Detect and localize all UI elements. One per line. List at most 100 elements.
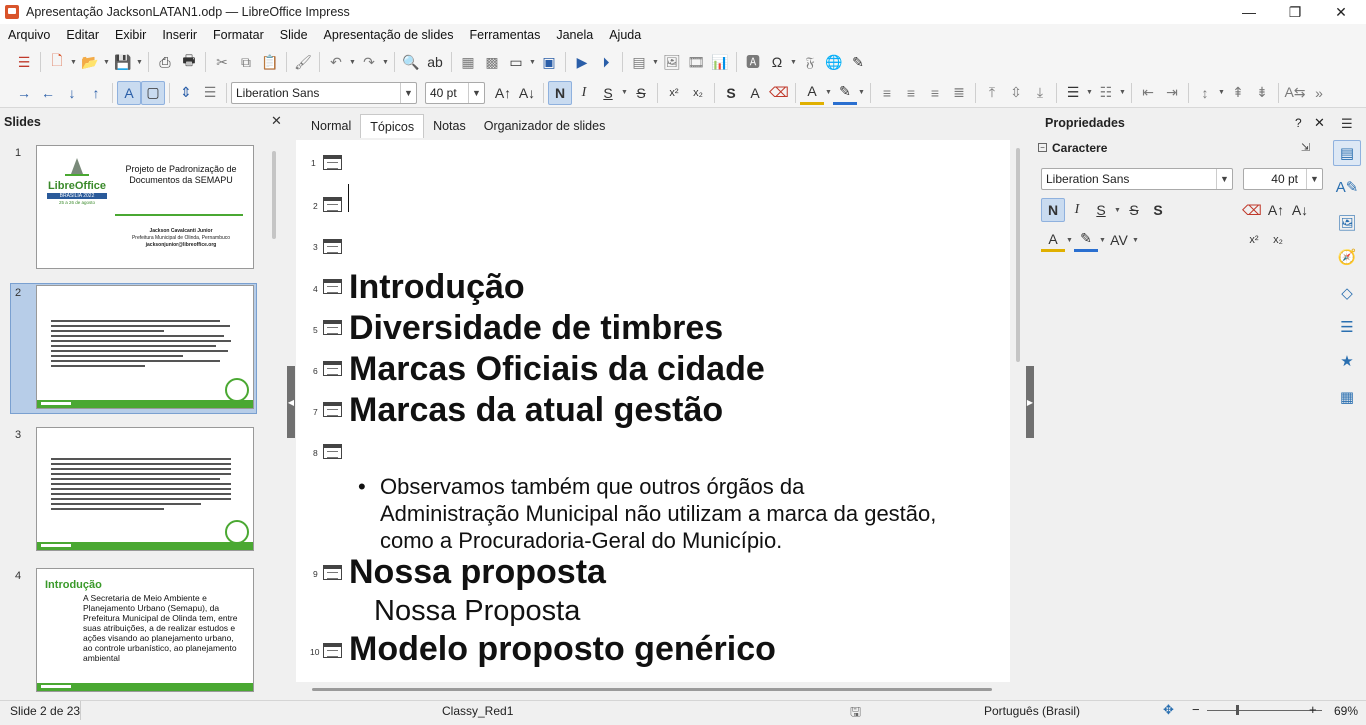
image-icon[interactable]: 🖼	[660, 50, 684, 74]
menu-apresentacao[interactable]: Apresentação de slides	[316, 28, 462, 42]
maximize-button[interactable]: ❐	[1272, 0, 1318, 24]
spelling-icon[interactable]: ab	[423, 50, 447, 74]
sidebar-spacing-icon[interactable]: AV	[1107, 228, 1131, 252]
special-character-icon[interactable]: Ω	[765, 50, 789, 74]
grid-icon[interactable]: ▦	[456, 50, 480, 74]
menu-slide[interactable]: Slide	[272, 28, 316, 42]
increase-indent-icon[interactable]: ⇥	[1160, 81, 1184, 105]
close-icon[interactable]: ✕	[1314, 115, 1325, 131]
outline-subtitle[interactable]: Nossa Proposta	[374, 595, 580, 628]
justify-icon[interactable]: ≣	[947, 81, 971, 105]
outline-title[interactable]: Marcas da atual gestão	[349, 391, 723, 430]
save-icon[interactable]: 💾	[111, 50, 135, 74]
sidebar-font-name-combo[interactable]: Liberation Sans ▼	[1041, 168, 1233, 190]
font-size-combo[interactable]: 40 pt ▼	[425, 81, 485, 104]
subscript-button[interactable]: x₂	[686, 81, 710, 105]
outline-title[interactable]: Marcas Oficiais da cidade	[349, 350, 765, 389]
undo-icon[interactable]: ↶	[324, 50, 348, 74]
fit-slide-icon[interactable]: ✥	[1163, 702, 1174, 718]
toolbar-menu-icon[interactable]: ☰	[12, 50, 36, 74]
set-line-spacing-icon[interactable]: ↕	[1193, 81, 1217, 105]
close-window-button[interactable]: ✕	[1318, 0, 1364, 24]
slide-thumbnail-2[interactable]	[36, 285, 254, 409]
demote-icon[interactable]: →	[12, 81, 36, 105]
copy-icon[interactable]: ⧉	[234, 50, 258, 74]
slides-scrollbar[interactable]	[272, 151, 276, 239]
align-center-icon[interactable]: ≡	[899, 81, 923, 105]
table-icon[interactable]: ▤	[627, 50, 651, 74]
slide-transition-deck-icon[interactable]: ☰	[1333, 314, 1361, 340]
zoom-level[interactable]: 69%	[1334, 704, 1358, 718]
chevron-down-icon[interactable]: ▼	[1306, 169, 1322, 189]
textbox-icon[interactable]: 🅰	[741, 50, 765, 74]
sidebar-highlight-icon[interactable]: ✎	[1074, 228, 1098, 252]
shapes-deck-icon[interactable]: ◇	[1333, 280, 1361, 306]
gallery-deck-icon[interactable]: 🖼	[1333, 210, 1361, 236]
zoom-out-icon[interactable]: −	[1192, 702, 1200, 717]
decrease-indent-icon[interactable]: ⇤	[1136, 81, 1160, 105]
menu-editar[interactable]: Editar	[58, 28, 107, 42]
grow-font-icon[interactable]: A↑	[491, 81, 515, 105]
highlight-color-icon[interactable]: ✎	[833, 81, 857, 105]
help-icon[interactable]: ?	[1295, 116, 1302, 130]
menu-exibir[interactable]: Exibir	[107, 28, 154, 42]
increase-paragraph-spacing-icon[interactable]: ⇞	[1226, 81, 1250, 105]
slide-thumbnail-1[interactable]: LibreOffice BRASÍLIA 2022 25 a 26 de ago…	[36, 145, 254, 269]
unordered-list-icon[interactable]: ☰	[1061, 81, 1085, 105]
outline-title[interactable]: Modelo proposto genérico	[349, 630, 776, 669]
decrease-paragraph-spacing-icon[interactable]: ⇟	[1250, 81, 1274, 105]
display-views-icon[interactable]: ▭	[504, 50, 528, 74]
menu-arquivo[interactable]: Arquivo	[0, 28, 58, 42]
shadow-button[interactable]: S	[719, 81, 743, 105]
find-replace-icon[interactable]: 🔍	[399, 50, 423, 74]
font-name-combo[interactable]: Liberation Sans ▼	[231, 81, 417, 104]
menu-ajuda[interactable]: Ajuda	[601, 28, 649, 42]
menu-inserir[interactable]: Inserir	[154, 28, 205, 42]
sidebar-shrink-font-icon[interactable]: A↓	[1288, 198, 1312, 222]
collapse-left-handle[interactable]: ◀	[287, 366, 295, 438]
language-status[interactable]: Português (Brasil)	[984, 704, 1080, 718]
sidebar-menu-icon[interactable]: ☰	[1341, 116, 1353, 132]
menu-formatar[interactable]: Formatar	[205, 28, 272, 42]
italic-button[interactable]: I	[572, 81, 596, 105]
outline-scrollbar[interactable]	[1016, 148, 1020, 362]
master-slide-name[interactable]: Classy_Red1	[442, 704, 513, 718]
outline-paragraph[interactable]: Observamos também que outros órgãos da A…	[380, 473, 940, 554]
more-options-icon[interactable]: »	[1307, 81, 1331, 105]
zoom-slider-knob[interactable]	[1236, 705, 1239, 715]
sidebar-underline-button[interactable]: S	[1089, 198, 1113, 222]
close-icon[interactable]: ✕	[271, 113, 282, 129]
shrink-font-icon[interactable]: A↓	[515, 81, 539, 105]
align-bottom-icon[interactable]: ⤓	[1028, 81, 1052, 105]
styles-deck-icon[interactable]: A✎	[1333, 174, 1361, 200]
first-level-icon[interactable]: A	[117, 80, 141, 105]
sidebar-strike-button[interactable]: S	[1122, 198, 1146, 222]
align-right-icon[interactable]: ≡	[923, 81, 947, 105]
tab-normal[interactable]: Normal	[302, 114, 360, 138]
draw-shapes-icon[interactable]: ✎	[846, 50, 870, 74]
chevron-down-icon[interactable]: ▼	[468, 82, 484, 103]
sidebar-clear-formatting-icon[interactable]: ⌫	[1240, 198, 1264, 222]
menu-janela[interactable]: Janela	[548, 28, 601, 42]
minimize-button[interactable]: —	[1226, 0, 1272, 24]
animation-deck-icon[interactable]: ★	[1333, 348, 1361, 374]
properties-deck-icon[interactable]: ▤	[1333, 140, 1361, 166]
menu-ferramentas[interactable]: Ferramentas	[462, 28, 549, 42]
outline-title[interactable]: Introdução	[349, 268, 525, 307]
chevron-down-icon[interactable]: ▼	[1216, 169, 1232, 189]
zoom-slider[interactable]	[1207, 710, 1322, 711]
export-pdf-icon[interactable]: ⎙	[153, 50, 177, 74]
clear-formatting-icon[interactable]: ⌫	[767, 81, 791, 105]
formatting-on-off-icon[interactable]: ▢	[141, 80, 165, 105]
master-slide-icon[interactable]: ▣	[537, 50, 561, 74]
superscript-button[interactable]: x²	[662, 81, 686, 105]
cut-icon[interactable]: ✂	[210, 50, 234, 74]
line-spacing-icon[interactable]: ☰	[198, 81, 222, 105]
move-down-icon[interactable]: ↓	[60, 81, 84, 105]
outline-title[interactable]: Diversidade de timbres	[349, 309, 723, 348]
slide-thumbnail-4[interactable]: Introdução A Secretaria de Meio Ambiente…	[36, 568, 254, 692]
ordered-list-icon[interactable]: ☷	[1094, 81, 1118, 105]
tab-organizador[interactable]: Organizador de slides	[475, 114, 615, 138]
outline-font-button[interactable]: A	[743, 81, 767, 105]
sidebar-font-color-icon[interactable]: A	[1041, 228, 1065, 252]
